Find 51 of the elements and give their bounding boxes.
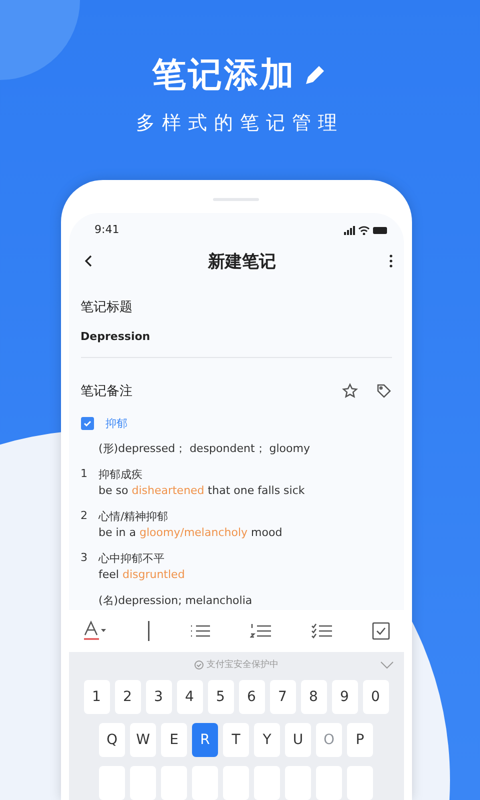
keyboard-key[interactable]: Q [99,723,125,757]
sense-number: 3 [80,551,88,566]
keyboard-key[interactable]: W [130,723,156,757]
security-text: 支付宝安全保护中 [206,658,278,671]
keyboard-key[interactable]: 9 [332,680,358,714]
toolbar-divider [148,621,150,641]
status-time: 9:41 [94,223,120,236]
more-icon[interactable] [388,253,394,269]
sense-number: 2 [80,509,88,524]
sense-chinese: 心情/精神抑郁 [98,509,170,525]
word-label: 抑郁 [106,416,128,431]
keyboard-key[interactable]: 0 [362,680,388,714]
text-color-icon[interactable] [82,620,108,642]
hero-subtitle: 多样式的笔记管理 [136,111,344,136]
bullet-list-icon[interactable] [188,623,210,639]
sense-english: be so disheartened that one falls sick [98,483,305,499]
page-title: 新建笔记 [208,250,276,272]
definition-text: (形)depressed； despondent； gloomy [98,441,311,457]
sense-chinese: 抑郁成疾 [98,467,144,483]
keyboard-key[interactable]: 5 [208,680,234,714]
collapse-icon[interactable] [380,660,394,668]
title-value[interactable]: Depression [80,330,392,343]
sense-number: 1 [80,467,88,482]
definition-text: (名)depression; melancholia [98,593,254,609]
keyboard-key[interactable]: 1 [84,680,110,714]
keyboard-key[interactable]: T [223,723,249,757]
field-label: 笔记备注 [80,383,132,400]
numbered-list-icon[interactable] [250,623,272,639]
star-icon[interactable] [342,383,358,399]
hero-title: 笔记添加 [152,54,296,97]
sense-english: feel disgruntled [98,567,185,583]
keyboard-key[interactable]: 7 [270,680,296,714]
check-icon [82,419,92,428]
keyboard-key[interactable]: 6 [238,680,264,714]
checkbox-icon[interactable] [372,622,390,640]
field-label: 笔记标题 [80,299,134,316]
checklist-icon[interactable] [310,623,332,639]
keyboard-key[interactable]: 2 [114,680,140,714]
keyboard-key[interactable]: 3 [146,680,172,714]
keyboard-key[interactable]: P [347,723,373,757]
keyboard-key[interactable]: U [285,723,311,757]
status-icons [344,224,388,234]
sense-english: be in a gloomy/melancholy mood [98,525,282,541]
checkbox[interactable] [80,417,94,430]
keyboard-key[interactable]: E [161,723,187,757]
keyboard-key[interactable]: 4 [176,680,202,714]
keyboard-key[interactable]: Y [254,723,280,757]
sense-chinese: 心中抑郁不平 [98,551,166,567]
keyboard-key[interactable]: 8 [300,680,326,714]
tag-icon[interactable] [376,383,392,399]
keyboard-key[interactable]: R [192,723,218,757]
